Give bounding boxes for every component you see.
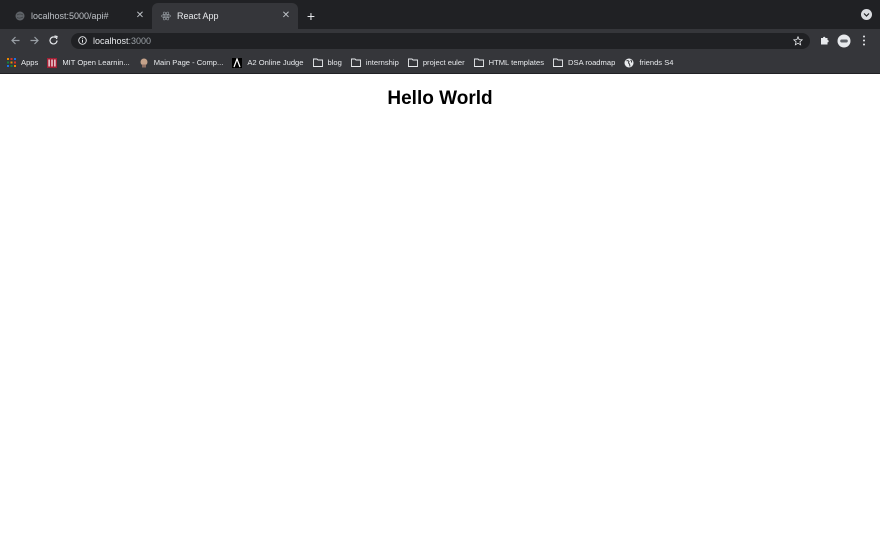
folder-icon [473,58,484,68]
kebab-menu-icon [863,35,865,46]
mit-icon [47,57,58,68]
address-bar[interactable]: localhost:3000 [71,32,810,49]
tab-search-button[interactable] [861,9,872,20]
bookmark-a2-online-judge[interactable]: A2 Online Judge [232,57,304,68]
bookmark-label: DSA roadmap [568,58,616,67]
tab-strip: localhost:5000/api# ✕ React App ✕ + [0,0,880,29]
browser-chrome: localhost:5000/api# ✕ React App ✕ + loca… [0,0,880,74]
profile-avatar[interactable] [834,32,854,49]
puzzle-icon [820,36,829,45]
bookmark-label: friends S4 [639,58,674,67]
bookmark-label: A2 Online Judge [247,58,304,67]
bookmark-main-page[interactable]: Main Page - Comp... [139,58,224,68]
bookmark-project-euler[interactable]: project euler [407,58,465,68]
bookmarks-bar: Apps MIT Open Learnin... Main Page - Com… [0,52,880,74]
bookmark-dsa-roadmap[interactable]: DSA roadmap [553,58,615,68]
folder-icon [350,58,361,68]
site-icon [139,58,149,68]
tab-title: localhost:5000/api# [31,11,109,21]
bookmark-apps[interactable]: Apps [6,58,38,68]
close-icon[interactable]: ✕ [280,10,292,22]
reload-icon [49,35,58,45]
new-tab-button[interactable]: + [300,3,322,29]
forward-button[interactable] [25,32,44,49]
tab-react-app[interactable]: React App ✕ [152,3,298,29]
tab-api[interactable]: localhost:5000/api# ✕ [6,3,152,29]
bookmark-label: blog [327,58,342,67]
arrow-left-icon [11,36,20,45]
toolbar: localhost:3000 [0,29,880,52]
bookmark-blog[interactable]: blog [312,58,342,68]
close-icon[interactable]: ✕ [134,10,146,22]
bookmark-label: HTML templates [488,58,545,67]
bookmark-html-templates[interactable]: HTML templates [473,58,545,68]
apps-grid-icon [6,58,16,68]
chevron-down-icon [863,13,870,17]
star-icon[interactable] [793,35,803,46]
bookmark-label: internship [365,58,399,67]
menu-button[interactable] [854,32,874,49]
url-port: :3000 [128,35,152,46]
url-host: localhost [93,35,129,46]
folder-icon [312,58,323,68]
a2-icon [232,57,243,68]
reload-button[interactable] [44,32,63,49]
bookmark-label: Main Page - Comp... [153,58,224,67]
back-button[interactable] [6,32,25,49]
react-icon [160,11,171,22]
page-content: Hello World [0,74,880,550]
arrow-right-icon [30,36,39,45]
extensions-button[interactable] [814,32,834,49]
folder-icon [407,58,418,68]
globe-icon [624,58,634,68]
avatar-icon [837,34,851,47]
info-icon[interactable] [78,36,87,45]
tab-title: React App [177,11,219,21]
globe-icon [14,11,25,22]
bookmark-mit[interactable]: MIT Open Learnin... [47,57,130,68]
page-heading: Hello World [387,88,493,109]
bookmark-friends-s4[interactable]: friends S4 [624,58,674,68]
folder-icon [553,58,563,68]
bookmark-label: MIT Open Learnin... [62,58,130,67]
bookmark-label: Apps [21,58,39,67]
bookmark-label: project euler [422,58,465,67]
bookmark-internship[interactable]: internship [350,58,399,68]
